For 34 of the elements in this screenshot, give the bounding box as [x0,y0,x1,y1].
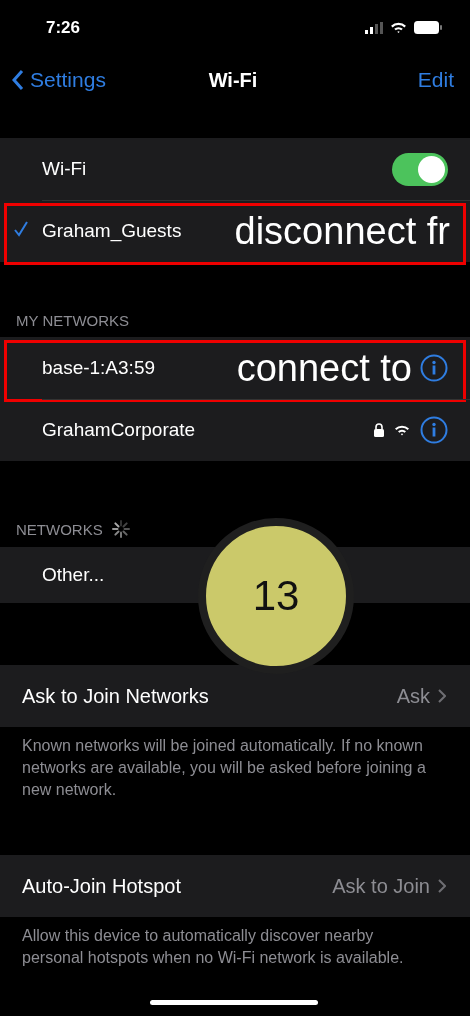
back-chevron-icon [12,69,24,91]
edit-button[interactable]: Edit [417,68,454,92]
setting-value: Ask [396,684,430,708]
settings-row[interactable]: Auto-Join Hotspot Ask to Join [0,855,470,917]
network-row[interactable]: base-1:A3:59 connect to [0,337,470,399]
annotation-text: connect to [236,349,412,387]
settings-row[interactable]: Ask to Join Networks Ask [0,665,470,727]
wifi-toggle[interactable] [392,152,448,186]
wifi-icon [394,424,410,436]
section-header: NETWORKS [16,520,103,538]
section-header: MY NETWORKS [16,312,130,329]
wifi-icon [390,21,407,34]
network-name: Graham_Guests [42,220,182,242]
setting-label: Ask to Join Networks [22,684,210,708]
network-name: base-1:A3:59 [42,357,156,379]
info-icon[interactable] [420,354,448,382]
status-time: 7:26 [46,17,81,38]
network-name: GrahamCorporate [42,419,196,441]
battery-icon [414,21,442,34]
page-title: Wi-Fi [208,68,258,92]
setting-label: Auto-Join Hotspot [22,874,182,898]
network-row[interactable]: GrahamCorporate [0,399,470,461]
chevron-icon [438,689,446,703]
setting-value: Ask to Join [332,874,430,898]
info-icon[interactable] [420,416,448,444]
network-row[interactable]: Graham_Guests disconnect fr [0,200,470,262]
signal-icon [365,21,383,34]
footnote-text: Allow this device to automatically discover nearby personal hotspots when no Wi-Fi network is available. [21,926,405,968]
annotation-text: disconnect fr [234,212,450,250]
back-button[interactable]: Settings [12,68,106,92]
wifi-label: Wi-Fi [42,158,88,180]
chevron-icon [438,879,446,893]
footnote-text: Known networks will be joined automatically. If no known networks are available, you will be asked before joining a new network. [21,736,427,800]
network-name[interactable]: Other... [42,564,105,586]
